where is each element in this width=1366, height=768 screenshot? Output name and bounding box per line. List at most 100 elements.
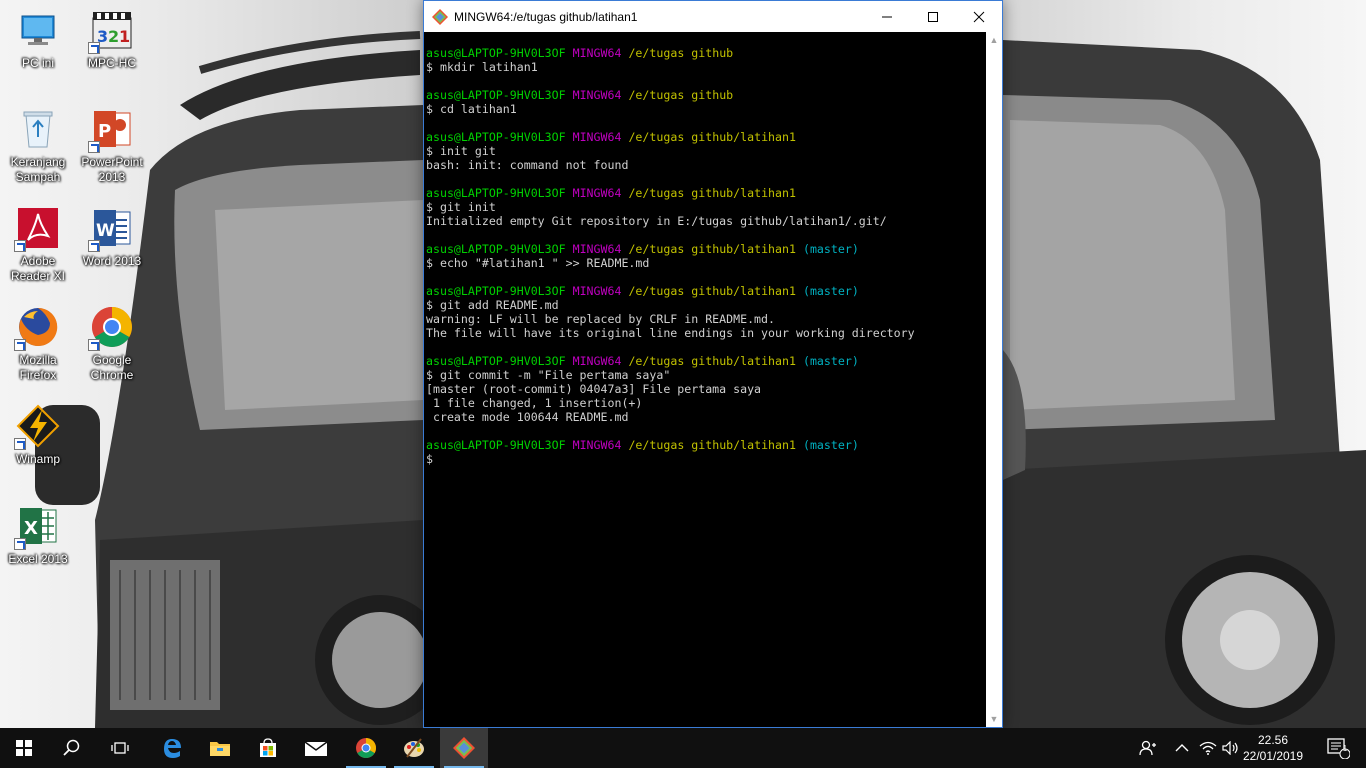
taskbar-clock[interactable]: 22.56 22/01/2019 xyxy=(1238,728,1308,768)
desktop-icon-adobe-reader[interactable]: Adobe Reader XI xyxy=(0,206,76,284)
prompt-line: asus@LAPTOP-9HV0L3OF MINGW64 /e/tugas gi… xyxy=(426,46,986,60)
action-center-button[interactable]: 1 xyxy=(1318,728,1358,768)
command-line: $ init git xyxy=(426,144,496,158)
svg-text:W: W xyxy=(96,221,115,241)
scroll-down-icon[interactable]: ▼ xyxy=(986,711,1002,727)
scroll-up-icon[interactable]: ▲ xyxy=(986,32,1002,48)
chrome-taskbar-button[interactable] xyxy=(342,728,390,768)
desktop-icon-recycle-bin[interactable]: Keranjang Sampah xyxy=(0,107,76,185)
recycle-bin-icon xyxy=(16,107,60,151)
prompt-path: /e/tugas github/latihan1 xyxy=(628,186,796,200)
desktop-icon-winamp[interactable]: Winamp xyxy=(0,404,76,467)
shortcut-arrow-icon xyxy=(88,141,100,153)
window-titlebar[interactable]: MINGW64:/e/tugas github/latihan1 xyxy=(424,1,1002,32)
prompt-line: asus@LAPTOP-9HV0L3OF MINGW64 /e/tugas gi… xyxy=(426,284,986,298)
output-line: Initialized empty Git repository in E:/t… xyxy=(426,214,887,228)
task-view-button[interactable] xyxy=(96,728,144,768)
file-explorer-taskbar-button[interactable] xyxy=(196,728,244,768)
terminal-output[interactable]: asus@LAPTOP-9HV0L3OF MINGW64 /e/tugas gi… xyxy=(424,32,986,727)
command-line: $ echo "#latihan1 " >> README.md xyxy=(426,256,650,270)
file-explorer-icon xyxy=(210,742,230,756)
desktop-icon-label: Keranjang Sampah xyxy=(10,155,66,184)
prompt-system: MINGW64 xyxy=(572,354,622,368)
edge-taskbar-button[interactable] xyxy=(148,728,196,768)
desktop-icon-label: Winamp xyxy=(15,452,60,466)
prompt-user: asus@LAPTOP-9HV0L3OF xyxy=(426,46,566,60)
output-line: 1 file changed, 1 insertion(+) xyxy=(426,396,643,410)
prompt-branch: (master) xyxy=(802,438,859,452)
output-line: The file will have its original line end… xyxy=(426,326,915,340)
svg-text:2: 2 xyxy=(108,27,119,46)
prompt-path: /e/tugas github xyxy=(628,46,734,60)
start-button[interactable] xyxy=(0,728,48,768)
desktop-icon-powerpoint[interactable]: P PowerPoint 2013 xyxy=(74,107,150,185)
prompt-user: asus@LAPTOP-9HV0L3OF xyxy=(426,130,566,144)
mail-taskbar-button[interactable] xyxy=(292,728,340,768)
paint-icon xyxy=(404,738,424,758)
prompt-line: asus@LAPTOP-9HV0L3OF MINGW64 /e/tugas gi… xyxy=(426,242,986,256)
firefox-icon xyxy=(14,305,60,351)
desktop-icon-label: Adobe Reader XI xyxy=(10,254,66,283)
output-line: [master (root-commit) 04047a3] File pert… xyxy=(426,382,762,396)
maximize-button[interactable] xyxy=(910,1,956,32)
wifi-button[interactable] xyxy=(1196,728,1220,768)
git-bash-icon xyxy=(453,737,475,759)
close-button[interactable] xyxy=(956,1,1002,32)
git-bash-taskbar-button[interactable] xyxy=(440,728,488,768)
prompt-system: MINGW64 xyxy=(572,88,622,102)
chrome-icon xyxy=(356,738,376,758)
desktop-icon-firefox[interactable]: Mozilla Firefox xyxy=(0,305,76,383)
prompt-system: MINGW64 xyxy=(572,46,622,60)
desktop-icon-label: MPC-HC xyxy=(88,56,136,70)
shortcut-arrow-icon xyxy=(88,339,100,351)
minimize-button[interactable] xyxy=(864,1,910,32)
people-button[interactable] xyxy=(1134,728,1162,768)
desktop-icon-label: Mozilla Firefox xyxy=(19,353,57,382)
git-bash-window[interactable]: MINGW64:/e/tugas github/latihan1 asus@LA… xyxy=(423,0,1003,728)
search-button[interactable] xyxy=(48,728,96,768)
prompt-user: asus@LAPTOP-9HV0L3OF xyxy=(426,242,566,256)
prompt-path: /e/tugas github/latihan1 xyxy=(628,284,796,298)
svg-text:P: P xyxy=(98,121,111,142)
prompt-system: MINGW64 xyxy=(572,242,622,256)
shortcut-arrow-icon xyxy=(14,339,26,351)
prompt-system: MINGW64 xyxy=(572,284,622,298)
mail-icon xyxy=(304,741,328,756)
prompt-system: MINGW64 xyxy=(572,438,622,452)
desktop-icon-mpc-hc[interactable]: 321 MPC-HC xyxy=(74,8,150,71)
search-icon xyxy=(63,739,80,756)
prompt-line: asus@LAPTOP-9HV0L3OF MINGW64 /e/tugas gi… xyxy=(426,130,986,144)
prompt-path: /e/tugas github/latihan1 xyxy=(628,242,796,256)
prompt-user: asus@LAPTOP-9HV0L3OF xyxy=(426,438,566,452)
show-hidden-icons-button[interactable] xyxy=(1170,728,1194,768)
adobe-reader-icon xyxy=(14,206,60,252)
wifi-icon xyxy=(1199,741,1217,755)
desktop-icon-word[interactable]: W Word 2013 xyxy=(74,206,150,269)
minimize-icon xyxy=(882,16,892,17)
chrome-icon xyxy=(88,305,134,351)
paint-taskbar-button[interactable] xyxy=(390,728,438,768)
desktop-icon-excel[interactable]: X Excel 2013 xyxy=(0,504,76,567)
svg-text:X: X xyxy=(24,518,38,539)
desktop-icon-chrome[interactable]: Google Chrome xyxy=(74,305,150,383)
chevron-up-icon xyxy=(1175,744,1189,752)
notification-count-badge: 1 xyxy=(1342,744,1348,753)
prompt-line: asus@LAPTOP-9HV0L3OF MINGW64 /e/tugas gi… xyxy=(426,438,986,452)
shortcut-arrow-icon xyxy=(88,42,100,54)
shortcut-arrow-icon xyxy=(14,240,26,252)
store-taskbar-button[interactable] xyxy=(244,728,292,768)
desktop-icon-pc[interactable]: PC ini xyxy=(0,8,76,71)
command-line: $ git commit -m "File pertama saya" xyxy=(426,368,671,382)
prompt-branch: (master) xyxy=(802,284,859,298)
terminal-scrollbar[interactable]: ▲ ▼ xyxy=(986,32,1002,727)
shortcut-arrow-icon xyxy=(14,538,26,550)
mpc-hc-icon: 321 xyxy=(88,8,134,54)
winamp-icon xyxy=(14,404,60,450)
output-line: create mode 100644 README.md xyxy=(426,410,629,424)
window-title: MINGW64:/e/tugas github/latihan1 xyxy=(454,9,638,24)
clock-time: 22.56 xyxy=(1257,733,1289,747)
command-line: $ git add README.md xyxy=(426,298,559,312)
